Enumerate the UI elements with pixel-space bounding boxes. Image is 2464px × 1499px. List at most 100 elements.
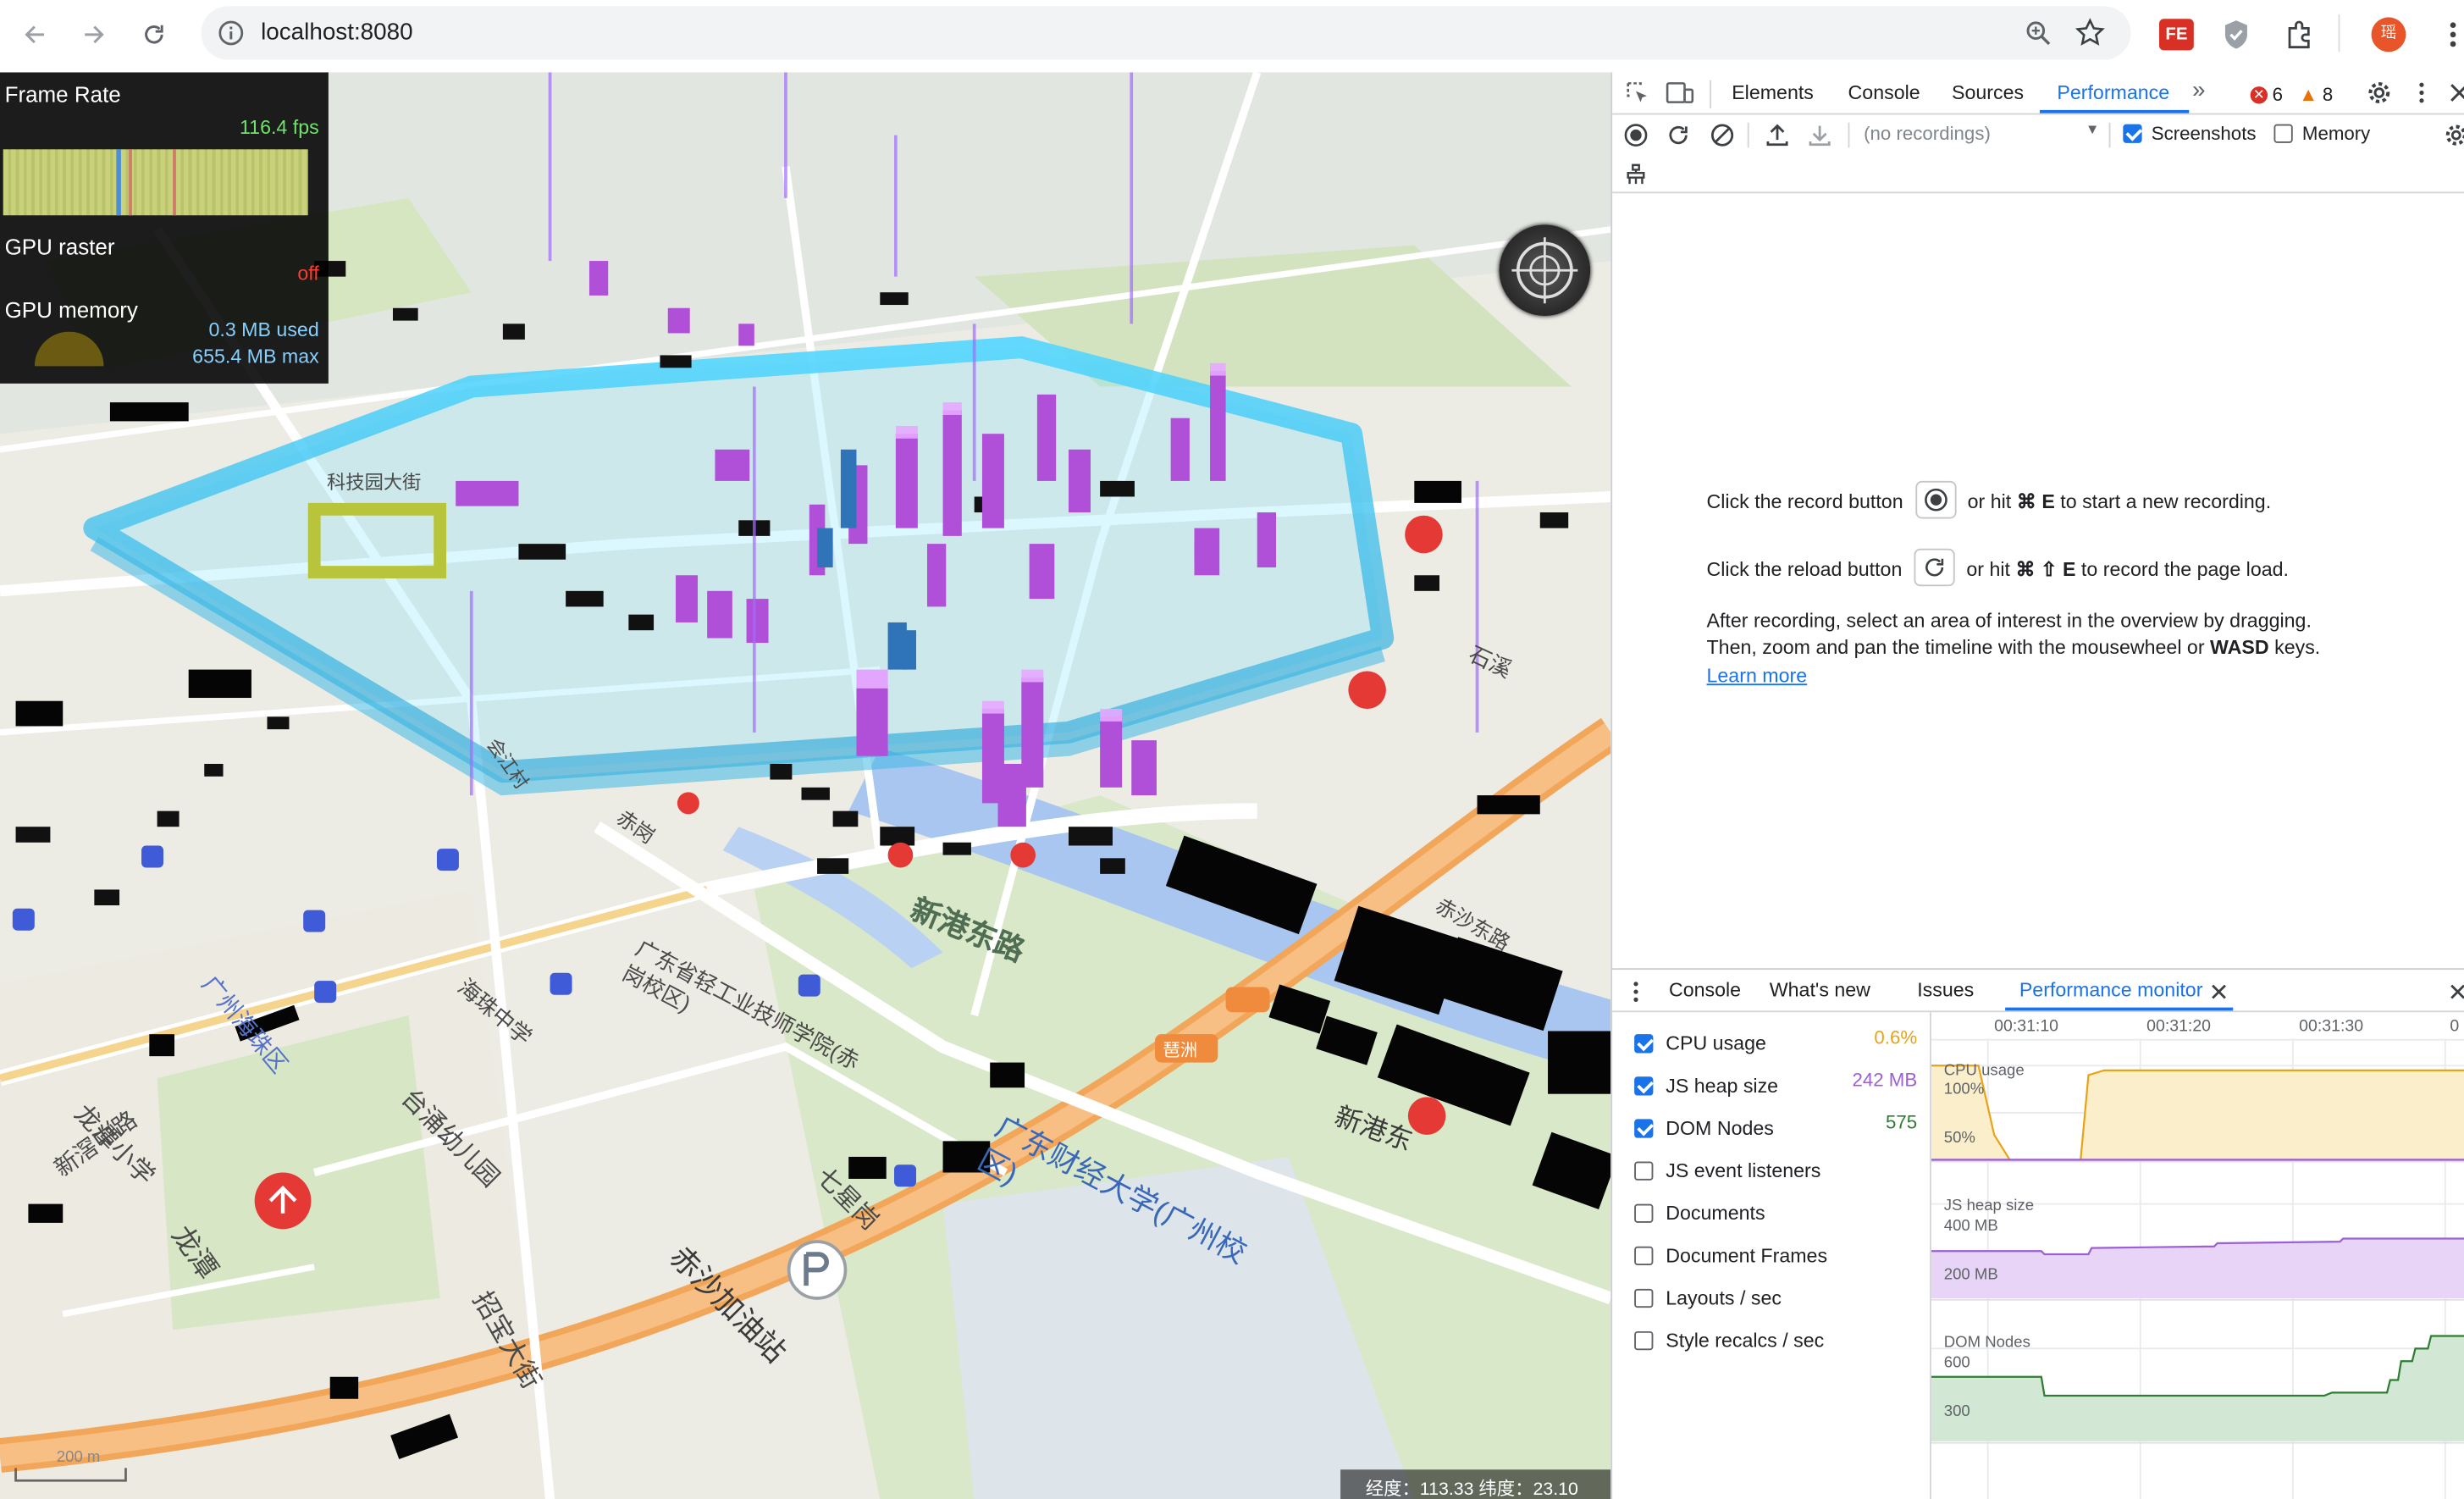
timeline-tick-partial: 0	[2450, 1016, 2460, 1037]
metric-document-frames[interactable]: Document Frames	[1634, 1240, 1827, 1271]
metric-checkbox[interactable]	[1634, 1246, 1654, 1265]
learn-more-link[interactable]: Learn more	[1707, 663, 1808, 690]
devtools-menu-icon[interactable]	[2406, 77, 2437, 108]
map-label-kejiyuan: 科技园大街	[327, 471, 422, 494]
landing-record-suffix: to start a new recording.	[2060, 490, 2272, 513]
profile-avatar[interactable]: 瑶	[2368, 14, 2409, 55]
chrome-menu-icon[interactable]	[2433, 14, 2464, 55]
metric-checkbox[interactable]	[1634, 1161, 1654, 1181]
metric-checkbox[interactable]	[1634, 1034, 1654, 1054]
garbage-collect-icon[interactable]	[1620, 158, 1651, 190]
frame-rate-label: Frame Rate	[4, 81, 121, 108]
site-info-icon[interactable]	[217, 19, 245, 52]
devtools-drawer: Console What's new Issues Performance mo…	[1612, 968, 2464, 1499]
save-profile-icon[interactable]	[1804, 119, 1836, 151]
close-devtools-icon[interactable]	[2444, 77, 2464, 108]
drawer-tab-bar: Console What's new Issues Performance mo…	[1612, 970, 2464, 1013]
fps-meter-overlay: Frame Rate 116.4 fps GPU raster off GPU …	[0, 72, 329, 384]
dom-chart-label: DOM Nodes	[1943, 1334, 2030, 1352]
drawer-menu-icon[interactable]	[1620, 976, 1651, 1008]
gpu-raster-value: off	[297, 262, 319, 285]
metric-checkbox[interactable]	[1634, 1330, 1654, 1351]
screenshots-checkbox[interactable]: Screenshots	[2123, 123, 2257, 145]
metric-label: JS heap size	[1666, 1075, 1779, 1098]
record-shortcut: ⌘ E	[2016, 490, 2055, 513]
tab-elements[interactable]: Elements	[1732, 82, 1814, 104]
metric-checkbox[interactable]	[1634, 1203, 1654, 1223]
zoom-icon[interactable]	[2024, 19, 2052, 52]
metric-checkbox[interactable]	[1634, 1119, 1654, 1138]
back-arrow-icon	[25, 25, 44, 44]
timeline-tick: 00:31:20	[2146, 1016, 2212, 1037]
drawer-tab-performance-monitor[interactable]: Performance monitor	[2019, 979, 2203, 1001]
metric-layouts-per-sec[interactable]: Layouts / sec	[1634, 1282, 1782, 1314]
drawer-tab-issues[interactable]: Issues	[1917, 979, 1974, 1001]
extensions-puzzle-icon[interactable]	[2279, 14, 2319, 55]
coordinate-readout: 经度：113.33 纬度：23.10	[1340, 1469, 1611, 1499]
landing-zoom-suffix: keys.	[2274, 636, 2321, 659]
landing-reload-text: Click the reload button	[1706, 558, 1903, 581]
capture-settings-icon[interactable]	[2440, 119, 2464, 151]
warning-counter[interactable]: ▲ 8	[2299, 83, 2333, 105]
metric-value: 575	[1886, 1111, 1918, 1134]
metric-style-recalcs-per-sec[interactable]: Style recalcs / sec	[1634, 1325, 1824, 1357]
heap-chart-label: JS heap size	[1943, 1198, 2035, 1215]
tab-performance[interactable]: Performance	[2057, 82, 2169, 104]
shield-extension-icon[interactable]	[2216, 14, 2257, 55]
warning-icon: ▲	[2299, 83, 2318, 106]
close-drawer-icon[interactable]	[2442, 976, 2464, 1008]
landing-record-text: Click the record button	[1706, 490, 1903, 513]
metrics-list: CPU usage 0.6% JS heap size 242 MB DOM N…	[1612, 1012, 1930, 1499]
reload-record-icon[interactable]	[1663, 119, 1694, 151]
timeline-tick: 00:31:30	[2299, 1016, 2364, 1037]
tab-divider	[1710, 80, 1712, 109]
recordings-dropdown[interactable]: (no recordings) ▼	[1864, 120, 2100, 148]
map-canvas[interactable]: 科技园大街 新港东路 广东省轻工业技师学院(赤岗校区) 海珠中学 台涌幼儿园 七…	[0, 72, 1611, 1499]
landing-line-record: Click the record button or hit ⌘ E to st…	[1706, 480, 2272, 523]
metric-checkbox[interactable]	[1634, 1288, 1654, 1308]
timeline-header: 00:31:10 00:31:20 00:31:30 0	[1931, 1012, 2464, 1041]
compass-control[interactable]	[1499, 224, 1591, 317]
cpu-chart-label: CPU usage	[1943, 1062, 2025, 1081]
drawer-tab-console[interactable]: Console	[1669, 979, 1741, 1001]
inspect-element-icon[interactable]	[1621, 77, 1653, 108]
record-button-icon[interactable]	[1620, 119, 1651, 151]
reload-button[interactable]	[132, 13, 176, 57]
metric-dom-nodes[interactable]: DOM Nodes 575	[1634, 1111, 1918, 1144]
metric-checkbox[interactable]	[1634, 1076, 1654, 1096]
settings-gear-icon[interactable]	[2363, 77, 2395, 108]
metric-js-heap-size[interactable]: JS heap size 242 MB	[1634, 1069, 1918, 1102]
clear-icon[interactable]	[1707, 119, 1738, 151]
inline-reload-button[interactable]	[1914, 548, 1955, 587]
inline-record-button[interactable]	[1914, 480, 1956, 519]
tab-sources[interactable]: Sources	[1952, 82, 2024, 104]
landing-reload-suffix: to record the page load.	[2080, 558, 2290, 581]
more-tabs-icon[interactable]: »	[2192, 77, 2205, 104]
fe-extension-icon[interactable]: FE	[2156, 14, 2196, 55]
memory-checkbox[interactable]: Memory	[2273, 123, 2370, 145]
metric-cpu-usage[interactable]: CPU usage 0.6%	[1634, 1026, 1917, 1059]
memory-checkbox-box[interactable]	[2273, 124, 2293, 143]
tab-console[interactable]: Console	[1848, 82, 1920, 104]
chevron-down-icon: ▼	[2085, 120, 2100, 137]
gpu-memory-used: 0.3 MB used	[208, 318, 319, 341]
metric-js-event-listeners[interactable]: JS event listeners	[1634, 1155, 1820, 1186]
load-profile-icon[interactable]	[1761, 119, 1793, 151]
toolbar-divider	[1848, 122, 1850, 148]
metric-value: 242 MB	[1852, 1069, 1918, 1091]
device-toolbar-icon[interactable]	[1664, 77, 1695, 108]
metric-label: JS event listeners	[1666, 1159, 1821, 1182]
forward-button[interactable]	[72, 13, 116, 57]
url-text[interactable]: localhost:8080	[261, 19, 413, 46]
metric-label: Layouts / sec	[1666, 1286, 1782, 1309]
error-counter[interactable]: ✕ 6	[2250, 83, 2283, 105]
screenshots-checkbox-box[interactable]	[2123, 124, 2142, 143]
close-tab-icon[interactable]	[2203, 976, 2235, 1008]
address-bar[interactable]: localhost:8080	[201, 6, 2131, 60]
back-button[interactable]	[13, 13, 57, 57]
cpu-100-tick: 100%	[1943, 1081, 1985, 1099]
drawer-tab-whats-new[interactable]: What's new	[1770, 979, 1870, 1001]
bookmark-star-icon[interactable]	[2075, 17, 2106, 53]
fe-extension-label: FE	[2159, 19, 2194, 51]
metric-documents[interactable]: Documents	[1634, 1198, 1765, 1229]
